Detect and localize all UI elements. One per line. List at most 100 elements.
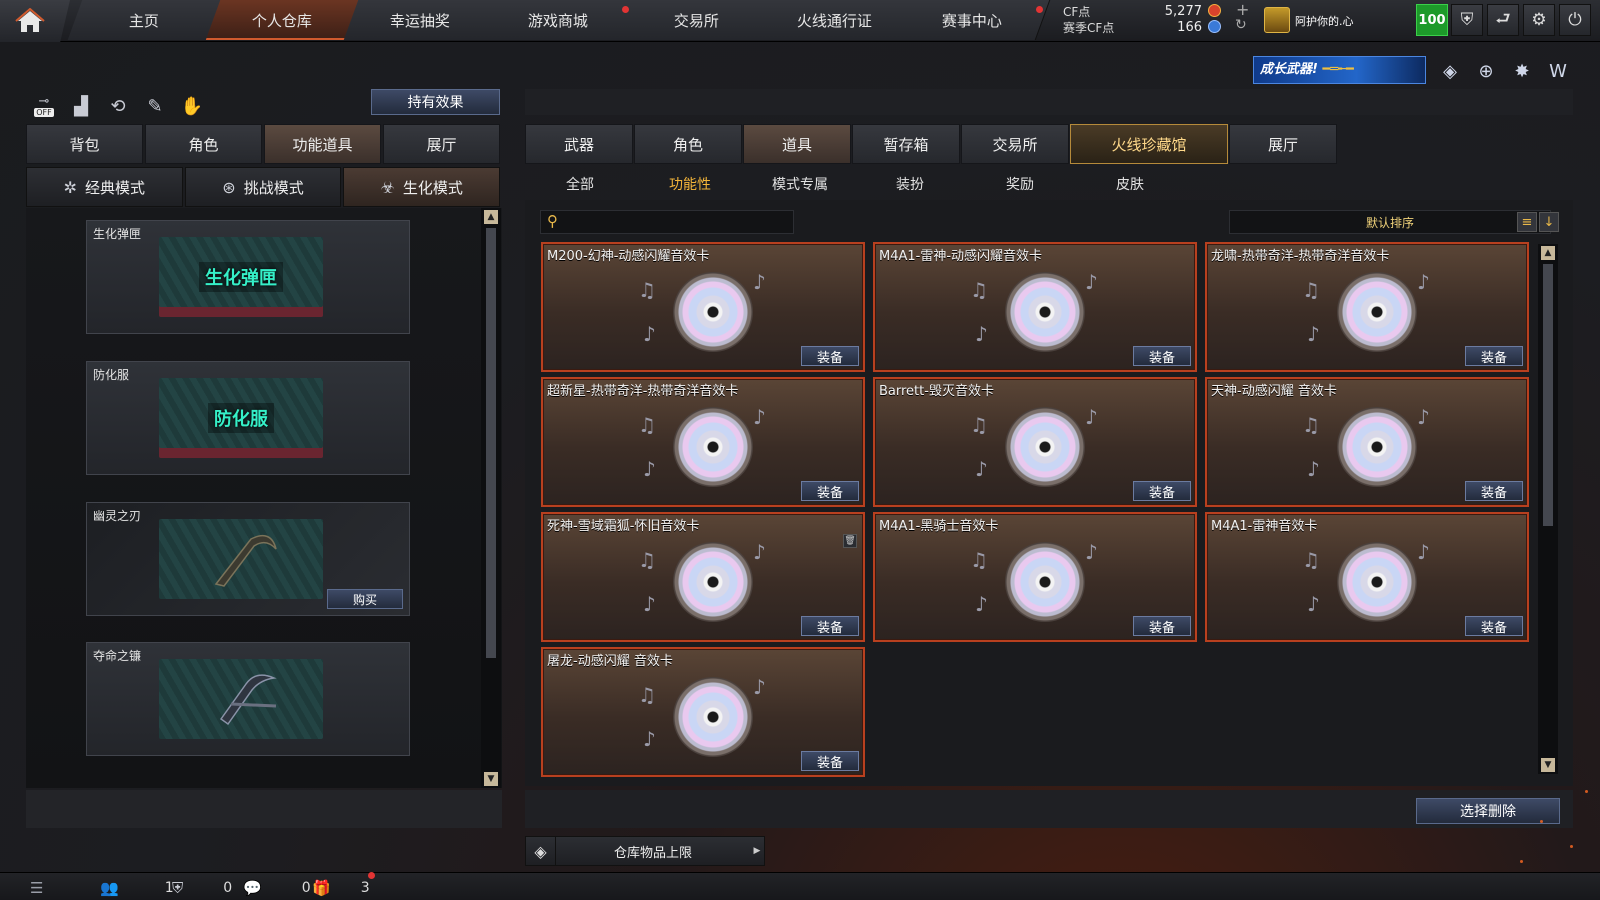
equip-button[interactable]: 装备 xyxy=(801,751,859,771)
select-delete-button[interactable]: 选择删除 xyxy=(1416,798,1560,824)
stats-icon[interactable]: ▟ xyxy=(67,92,95,120)
equip-button[interactable]: 装备 xyxy=(801,616,859,636)
scroll-up-arrow[interactable]: ▲ xyxy=(1541,246,1555,260)
recycle-icon[interactable]: ⟲ xyxy=(104,92,132,120)
nav-tab-warehouse[interactable]: 个人仓库 xyxy=(205,0,361,40)
subtab-rewards[interactable]: 奖励 xyxy=(965,170,1075,198)
sound-card[interactable]: M4A1-雷神-动感闪耀音效卡 ♫ ♪ ♪ 装备 xyxy=(873,242,1197,372)
clan-status[interactable]: ⛨ 0 xyxy=(172,877,232,899)
sound-card[interactable]: 死神-雪域霜狐-怀旧音效卡 ♫ ♪ ♪ 🗑 装备 xyxy=(541,512,865,642)
sort-dropdown[interactable]: 默认排序 xyxy=(1229,210,1551,234)
gear-icon[interactable]: ⚙ xyxy=(1523,4,1555,36)
tab-zombie-mode[interactable]: ☣ 生化模式 xyxy=(343,167,501,207)
music-note-icon: ♪ xyxy=(1307,592,1320,616)
scroll-thumb[interactable] xyxy=(486,228,496,658)
sound-card[interactable]: Barrett-毁灭音效卡 ♫ ♪ ♪ 装备 xyxy=(873,377,1197,507)
subtab-functional[interactable]: 功能性 xyxy=(635,170,745,198)
user-name[interactable]: 阿护你的.心 xyxy=(1295,13,1354,29)
avatar[interactable] xyxy=(1264,7,1290,33)
exit-icon[interactable]: ⮐ xyxy=(1487,4,1519,36)
sound-card[interactable]: M4A1-雷神音效卡 ♫ ♪ ♪ 装备 xyxy=(1205,512,1529,642)
equip-button[interactable]: 装备 xyxy=(1133,481,1191,501)
sound-card[interactable]: 屠龙-动感闪耀 音效卡 ♫ ♪ ♪ 装备 xyxy=(541,647,865,777)
gift-icon: 🎁 xyxy=(312,879,331,897)
menu-icon[interactable]: ☰ xyxy=(30,877,43,899)
emblem-badge-icon[interactable]: ✸ xyxy=(1509,58,1535,84)
subtab-outfit[interactable]: 装扮 xyxy=(855,170,965,198)
growth-weapon-banner[interactable]: 成长武器! ━═╾━ xyxy=(1253,56,1426,84)
nav-tab-lucky-draw[interactable]: 幸运抽奖 xyxy=(343,0,499,40)
list-item[interactable]: 生化弹匣 生化弹匣 xyxy=(86,220,410,334)
equip-button[interactable]: 装备 xyxy=(801,346,859,366)
buy-button[interactable]: 购买 xyxy=(327,589,403,609)
search-input[interactable]: ⚲ xyxy=(540,210,794,234)
nav-tab-battle-pass[interactable]: 火线通行证 xyxy=(757,0,913,40)
tab-character[interactable]: 角色 xyxy=(145,124,262,164)
list-view-icon[interactable]: ≡ xyxy=(1517,212,1537,232)
nav-tab-label: 个人仓库 xyxy=(252,11,313,30)
nav-tab-home[interactable]: 主页 xyxy=(67,0,223,40)
subtab-all[interactable]: 全部 xyxy=(525,170,635,198)
scroll-down-arrow[interactable]: ▼ xyxy=(484,772,498,786)
repair-icon[interactable]: ✎ xyxy=(141,92,169,120)
equip-button[interactable]: 装备 xyxy=(1465,616,1523,636)
tab-items[interactable]: 道具 xyxy=(743,124,851,164)
trash-icon[interactable]: 🗑 xyxy=(843,534,857,548)
sound-card[interactable]: M200-幻神-动感闪耀音效卡 ♫ ♪ ♪ 装备 xyxy=(541,242,865,372)
friends-status[interactable]: 👥 1 xyxy=(100,877,174,899)
glove-icon[interactable]: ✋ xyxy=(178,92,206,120)
scroll-thumb[interactable] xyxy=(1543,264,1553,526)
tab-weapons[interactable]: 武器 xyxy=(525,124,633,164)
gift-status[interactable]: 🎁 3 xyxy=(312,877,370,899)
shield-icon[interactable]: ⛨ xyxy=(1451,4,1483,36)
hold-effect-button[interactable]: 持有效果 xyxy=(371,89,500,115)
nav-tab-events[interactable]: 赛事中心 xyxy=(895,0,1051,40)
tab-collection-hall[interactable]: 火线珍藏馆 xyxy=(1070,124,1228,164)
refresh-icon[interactable]: ↻ xyxy=(1235,17,1247,33)
tab-functional-items[interactable]: 功能道具 xyxy=(264,124,381,164)
cd-disc-icon xyxy=(1337,407,1417,487)
tab-exchange[interactable]: 交易所 xyxy=(961,124,1069,164)
equip-button[interactable]: 装备 xyxy=(801,481,859,501)
warehouse-capacity-bar[interactable]: ◈ 仓库物品上限 ▶ xyxy=(525,836,765,866)
equip-button[interactable]: 装备 xyxy=(1465,346,1523,366)
subtab-skins[interactable]: 皮肤 xyxy=(1075,170,1185,198)
sound-card[interactable]: 超新星-热带奇洋-热带奇洋音效卡 ♫ ♪ ♪ 装备 xyxy=(541,377,865,507)
ember-decoration xyxy=(1585,790,1588,793)
equip-button[interactable]: 装备 xyxy=(1465,481,1523,501)
tab-showroom[interactable]: 展厅 xyxy=(383,124,500,164)
globe-badge-icon[interactable]: ⊕ xyxy=(1473,58,1499,84)
mode-label: 经典模式 xyxy=(85,178,146,197)
list-item[interactable]: 夺命之镰 xyxy=(86,642,410,756)
subtab-mode-exclusive[interactable]: 模式专属 xyxy=(745,170,855,198)
equip-button[interactable]: 装备 xyxy=(1133,616,1191,636)
tab-challenge-mode[interactable]: ⊛ 挑战模式 xyxy=(184,167,342,207)
tab-characters[interactable]: 角色 xyxy=(634,124,742,164)
card-title: 龙啸-热带奇洋-热带奇洋音效卡 xyxy=(1211,249,1390,264)
sound-card[interactable]: 天神-动感闪耀 音效卡 ♫ ♪ ♪ 装备 xyxy=(1205,377,1529,507)
tab-classic-mode[interactable]: ✲ 经典模式 xyxy=(26,167,183,207)
toggle-off-icon[interactable]: ⊸ OFF xyxy=(30,92,58,120)
music-note-icon: ♫ xyxy=(1302,548,1320,572)
left-scrollbar[interactable]: ▲ ▼ xyxy=(481,208,501,788)
tab-storage[interactable]: 暂存箱 xyxy=(852,124,960,164)
power-icon[interactable]: ⏻ xyxy=(1559,4,1591,36)
equip-button[interactable]: 装备 xyxy=(1133,346,1191,366)
sort-direction-icon[interactable]: ↓ xyxy=(1539,212,1559,232)
scroll-up-arrow[interactable]: ▲ xyxy=(484,210,498,224)
sound-card[interactable]: 龙啸-热带奇洋-热带奇洋音效卡 ♫ ♪ ♪ 装备 xyxy=(1205,242,1529,372)
right-scrollbar[interactable]: ▲ ▼ xyxy=(1538,244,1558,774)
chat-status[interactable]: 💬 0 xyxy=(243,877,311,899)
home-button[interactable] xyxy=(0,0,70,42)
list-item[interactable]: 幽灵之刃 购买 xyxy=(86,502,410,616)
gift-count: 3 xyxy=(360,880,370,896)
list-item[interactable]: 防化服 防化服 xyxy=(86,361,410,475)
tab-backpack[interactable]: 背包 xyxy=(26,124,143,164)
nav-tab-exchange[interactable]: 交易所 xyxy=(619,0,775,40)
wing-badge-icon[interactable]: W xyxy=(1545,58,1571,84)
sound-card[interactable]: M4A1-黑骑士音效卡 ♫ ♪ ♪ 装备 xyxy=(873,512,1197,642)
nav-tab-shop[interactable]: 游戏商城 xyxy=(481,0,637,40)
rank-badge-icon[interactable]: ◈ xyxy=(1437,58,1463,84)
tab-showroom[interactable]: 展厅 xyxy=(1229,124,1337,164)
scroll-down-arrow[interactable]: ▼ xyxy=(1541,758,1555,772)
